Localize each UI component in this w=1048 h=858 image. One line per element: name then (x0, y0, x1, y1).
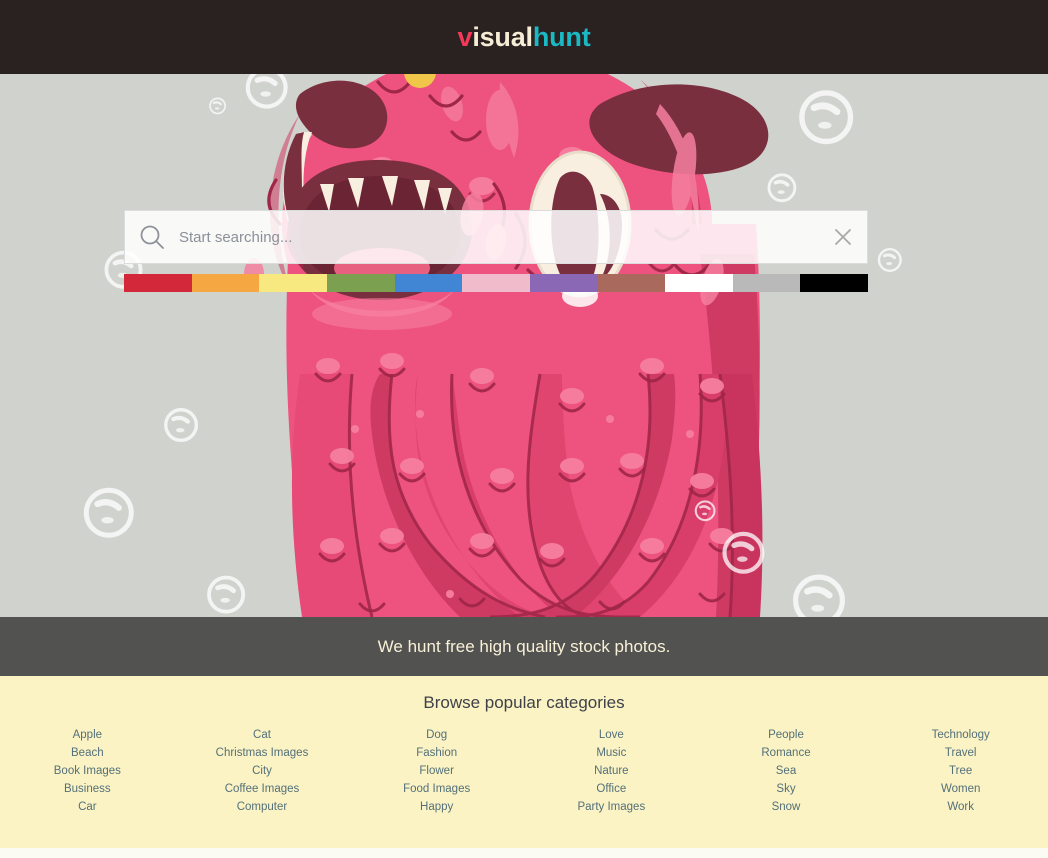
category-link-food-images[interactable]: Food Images (403, 780, 470, 798)
color-swatch-green[interactable] (326, 274, 395, 292)
site-logo[interactable]: visualhunt (457, 21, 591, 52)
color-swatch-red[interactable] (124, 274, 192, 292)
clear-search-button[interactable] (819, 210, 867, 264)
category-link-office[interactable]: Office (596, 780, 626, 798)
category-column-2: Cat Christmas Images City Coffee Images Comp… (175, 726, 350, 816)
category-link-christmas-images[interactable]: Christmas Images (216, 744, 309, 762)
category-link-travel[interactable]: Travel (945, 744, 977, 762)
category-column-1: Apple Beach Book Images Business Car (0, 726, 175, 816)
category-link-city[interactable]: City (252, 762, 272, 780)
search-icon (125, 210, 179, 264)
search-input[interactable] (179, 211, 819, 263)
category-link-sky[interactable]: Sky (776, 780, 795, 798)
categories-section: Browse popular categories Apple Beach Book… (0, 676, 1048, 848)
category-link-nature[interactable]: Nature (594, 762, 629, 780)
hero-section (0, 74, 1048, 617)
category-link-work[interactable]: Work (947, 798, 974, 816)
category-link-sea[interactable]: Sea (776, 762, 796, 780)
color-swatch-yellow[interactable] (259, 274, 327, 292)
category-column-3: Dog Fashion Flower Food Images Happy (349, 726, 524, 816)
visualhunt-homepage: visualhunt Start searching... We hunt fr… (0, 0, 1048, 858)
category-link-beach[interactable]: Beach (71, 744, 104, 762)
category-link-women[interactable]: Women (941, 780, 980, 798)
footer-strip (0, 848, 1048, 858)
search-box[interactable] (124, 210, 868, 264)
color-swatch-black[interactable] (800, 274, 869, 292)
tagline-banner: We hunt free high quality stock photos. (0, 617, 1048, 676)
category-link-tree[interactable]: Tree (949, 762, 972, 780)
category-link-flower[interactable]: Flower (419, 762, 454, 780)
category-link-cat[interactable]: Cat (253, 726, 271, 744)
category-column-4: Love Music Nature Office Party Images (524, 726, 699, 816)
category-link-snow[interactable]: Snow (772, 798, 801, 816)
category-link-computer[interactable]: Computer (237, 798, 288, 816)
category-link-romance[interactable]: Romance (761, 744, 810, 762)
color-swatch-blue[interactable] (394, 274, 463, 292)
category-link-business[interactable]: Business (64, 780, 111, 798)
search-area (124, 210, 868, 264)
color-swatch-gray[interactable] (732, 274, 801, 292)
category-link-music[interactable]: Music (596, 744, 626, 762)
color-swatch-white[interactable] (665, 274, 733, 292)
category-link-happy[interactable]: Happy (420, 798, 453, 816)
category-link-dog[interactable]: Dog (426, 726, 447, 744)
category-link-apple[interactable]: Apple (73, 726, 102, 744)
category-link-fashion[interactable]: Fashion (416, 744, 457, 762)
color-swatch-orange[interactable] (191, 274, 260, 292)
color-swatch-pink[interactable] (462, 274, 530, 292)
categories-grid: Apple Beach Book Images Business Car Cat Chris… (0, 726, 1048, 816)
category-link-love[interactable]: Love (599, 726, 624, 744)
tagline-text: We hunt free high quality stock photos. (377, 636, 671, 656)
category-column-5: People Romance Sea Sky Snow (699, 726, 874, 816)
logo-part-hunt: hunt (532, 21, 591, 52)
category-link-car[interactable]: Car (78, 798, 97, 816)
category-link-people[interactable]: People (768, 726, 804, 744)
logo-part-isual: isual (472, 21, 533, 52)
monster-illustration (0, 74, 1048, 617)
color-swatch-purple[interactable] (529, 274, 598, 292)
category-column-6: Technology Travel Tree Women Work (873, 726, 1048, 816)
site-header: visualhunt (0, 0, 1048, 74)
logo-part-v: v (457, 21, 473, 52)
categories-title: Browse popular categories (423, 693, 625, 712)
close-icon (835, 229, 851, 245)
category-link-party-images[interactable]: Party Images (577, 798, 645, 816)
color-filter-swatches (124, 274, 869, 292)
category-link-technology[interactable]: Technology (932, 726, 990, 744)
category-link-coffee-images[interactable]: Coffee Images (225, 780, 300, 798)
category-link-book-images[interactable]: Book Images (54, 762, 121, 780)
color-swatch-brown[interactable] (597, 274, 666, 292)
